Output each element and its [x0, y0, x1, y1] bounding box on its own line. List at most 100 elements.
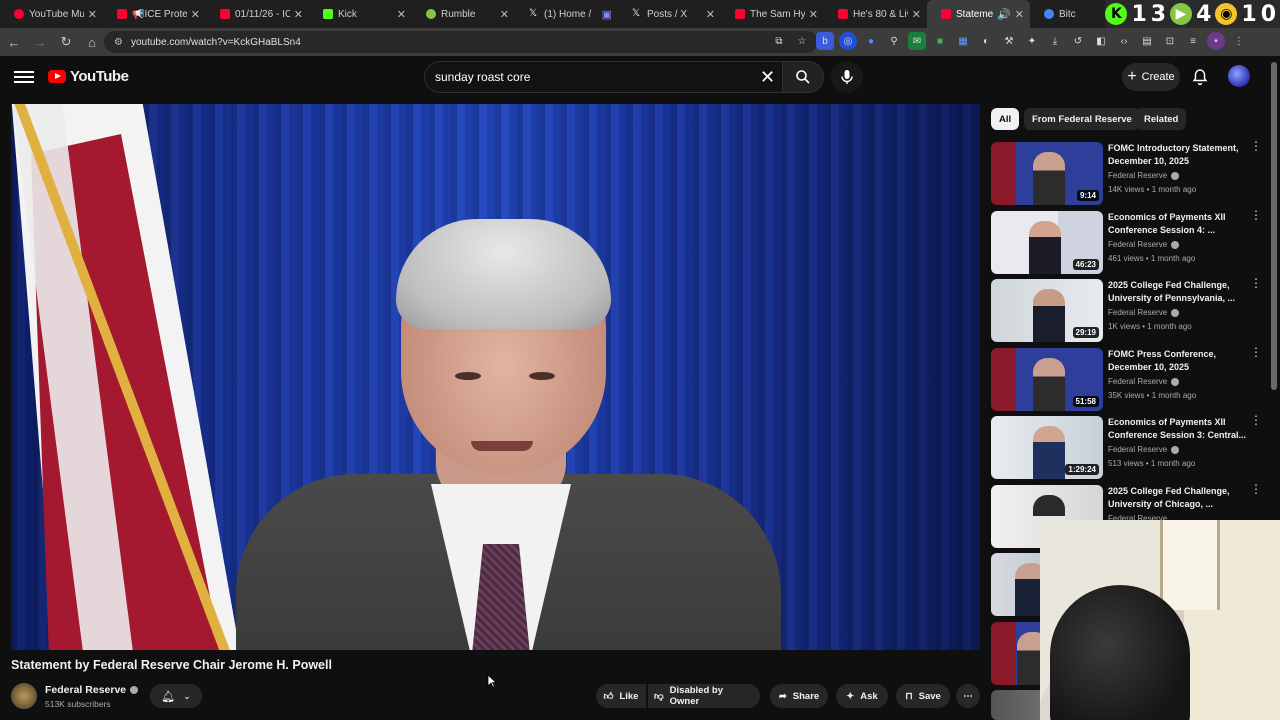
- more-vertical-icon[interactable]: ⋮: [1250, 414, 1262, 426]
- browser-tab[interactable]: Rumble ✕: [412, 0, 515, 28]
- more-actions-button[interactable]: ⋯: [956, 684, 980, 708]
- menu-icon[interactable]: ⋮: [1230, 32, 1248, 50]
- recommended-channel[interactable]: Federal Reserve: [1108, 171, 1167, 180]
- history-icon[interactable]: ↺: [1069, 32, 1087, 50]
- close-tab-icon[interactable]: ✕: [1015, 8, 1024, 21]
- more-vertical-icon[interactable]: ⋮: [1250, 140, 1262, 152]
- browser-tab[interactable]: 𝕏 (1) Home / ▣: [515, 0, 618, 28]
- address-bar[interactable]: ⚙ youtube.com/watch?v=KckGHaBLSn4: [104, 31, 818, 53]
- channel-name-row[interactable]: Federal Reserve: [45, 684, 139, 696]
- notifications-bell-icon[interactable]: [1192, 68, 1208, 86]
- account-avatar[interactable]: [1228, 65, 1250, 87]
- video-thumbnail[interactable]: 29:19: [991, 279, 1103, 342]
- recommended-title[interactable]: 2025 College Fed Challenge, University o…: [1108, 279, 1248, 305]
- extension-icon[interactable]: ●: [862, 32, 880, 50]
- recommended-title[interactable]: 2025 College Fed Challenge, University o…: [1108, 485, 1248, 511]
- download-icon[interactable]: ⤓: [1046, 32, 1064, 50]
- extension-icon[interactable]: ◐: [977, 32, 995, 50]
- close-tab-icon[interactable]: ✕: [809, 8, 818, 21]
- video-thumbnail[interactable]: 1:29:24: [991, 416, 1103, 479]
- recommended-video[interactable]: 29:19 2025 College Fed Challenge, Univer…: [991, 277, 1262, 343]
- close-tab-icon[interactable]: ✕: [397, 8, 406, 21]
- search-input[interactable]: sunday roast core: [424, 61, 784, 93]
- bookmark-star-icon[interactable]: ☆: [793, 32, 811, 50]
- browser-tab[interactable]: Bitc: [1030, 0, 1090, 28]
- browser-tab[interactable]: He's 80 & Live✕: [824, 0, 927, 28]
- video-player[interactable]: [11, 104, 980, 650]
- recommended-title[interactable]: Economics of Payments XII Conference Ses…: [1108, 416, 1248, 442]
- puzzle-icon[interactable]: ✦: [1023, 32, 1041, 50]
- extension-icon[interactable]: ✉: [908, 32, 926, 50]
- recommended-video[interactable]: 46:23 Economics of Payments XII Conferen…: [991, 209, 1262, 275]
- recommended-video[interactable]: 51:58 FOMC Press Conference, December 10…: [991, 346, 1262, 412]
- browser-tab-active[interactable]: Statement🔊✕: [927, 0, 1030, 28]
- recommended-channel[interactable]: Federal Reserve: [1108, 240, 1167, 249]
- more-vertical-icon[interactable]: ⋮: [1250, 346, 1262, 358]
- devtools-icon[interactable]: ‹›: [1115, 32, 1133, 50]
- save-button[interactable]: ⊓ Save: [896, 684, 950, 708]
- browser-tab[interactable]: Kick ✕: [309, 0, 412, 28]
- camera-icon[interactable]: ◧: [1092, 32, 1110, 50]
- extension-icon[interactable]: ⚲: [885, 32, 903, 50]
- browser-tab[interactable]: The Sam Hyde✕: [721, 0, 824, 28]
- home-icon[interactable]: ⌂: [80, 30, 104, 54]
- close-tab-icon[interactable]: ✕: [191, 8, 200, 21]
- recommended-title[interactable]: Economics of Payments XII Conference Ses…: [1108, 211, 1248, 237]
- channel-avatar[interactable]: [11, 683, 37, 709]
- hamburger-menu-icon[interactable]: [14, 68, 34, 86]
- profile-icon[interactable]: •: [1207, 32, 1225, 50]
- recommended-channel[interactable]: Federal Reserve: [1108, 445, 1167, 454]
- subscription-bell-button[interactable]: 🔔︎ ⌄: [150, 684, 202, 708]
- reload-icon[interactable]: ↻: [54, 30, 78, 54]
- more-vertical-icon[interactable]: ⋮: [1250, 209, 1262, 221]
- sidepanel-icon[interactable]: ▤: [1138, 32, 1156, 50]
- video-thumbnail[interactable]: 9:14: [991, 142, 1103, 205]
- browser-tab[interactable]: YouTube Music✕: [0, 0, 103, 28]
- clear-search-icon[interactable]: ✕: [760, 68, 775, 86]
- chip-from-federal-reserve[interactable]: From Federal Reserve: [1024, 108, 1140, 130]
- create-button[interactable]: + Create: [1122, 63, 1180, 91]
- channel-name[interactable]: Federal Reserve: [45, 684, 126, 696]
- search-button[interactable]: [782, 61, 824, 93]
- video-thumbnail[interactable]: 46:23: [991, 211, 1103, 274]
- close-tab-icon[interactable]: ✕: [500, 8, 509, 21]
- recommended-video[interactable]: 1:29:24 Economics of Payments XII Confer…: [991, 414, 1262, 480]
- close-tab-icon[interactable]: ▣: [602, 8, 612, 21]
- close-tab-icon[interactable]: ✕: [88, 8, 97, 21]
- extension-icon[interactable]: b: [816, 32, 834, 50]
- more-vertical-icon[interactable]: ⋮: [1250, 277, 1262, 289]
- browser-tab[interactable]: 01/11/26 - ICE✕: [206, 0, 309, 28]
- youtube-logo[interactable]: YouTube: [48, 68, 129, 85]
- close-tab-icon[interactable]: ✕: [706, 8, 715, 21]
- cast-icon[interactable]: ⧉: [770, 32, 788, 50]
- like-button[interactable]: 👍︎ Like: [596, 684, 646, 708]
- extension-icon[interactable]: ■: [931, 32, 949, 50]
- extension-icon[interactable]: ⚒: [1000, 32, 1018, 50]
- audio-icon[interactable]: 🔊: [997, 8, 1011, 21]
- share-button[interactable]: ➦ Share: [770, 684, 828, 708]
- close-tab-icon[interactable]: ✕: [294, 8, 303, 21]
- recommended-video[interactable]: 9:14 FOMC Introductory Statement, Decemb…: [991, 140, 1262, 206]
- recommended-channel[interactable]: Federal Reserve: [1108, 308, 1167, 317]
- playlist-icon[interactable]: ≡: [1184, 32, 1202, 50]
- chip-all[interactable]: All: [991, 108, 1020, 130]
- back-icon[interactable]: ←: [2, 30, 26, 54]
- dislike-button[interactable]: 👎︎ Disabled by Owner: [648, 684, 760, 708]
- voice-search-button[interactable]: [831, 61, 863, 93]
- screenshot-icon[interactable]: ⊡: [1161, 32, 1179, 50]
- extension-icon[interactable]: ◎: [839, 32, 857, 50]
- ask-button[interactable]: ✦ Ask: [836, 684, 888, 708]
- video-thumbnail[interactable]: 51:58: [991, 348, 1103, 411]
- recommended-title[interactable]: FOMC Press Conference, December 10, 2025: [1108, 348, 1248, 374]
- recommended-title[interactable]: FOMC Introductory Statement, December 10…: [1108, 142, 1248, 168]
- recommended-channel[interactable]: Federal Reserve: [1108, 377, 1167, 386]
- site-info-icon[interactable]: ⚙: [114, 37, 123, 48]
- page-scrollbar[interactable]: [1271, 62, 1277, 390]
- forward-icon[interactable]: →: [28, 30, 52, 54]
- browser-tab[interactable]: 📢ICE Protest✕: [103, 0, 206, 28]
- close-tab-icon[interactable]: ✕: [912, 8, 921, 21]
- more-vertical-icon[interactable]: ⋮: [1250, 483, 1262, 495]
- chip-related[interactable]: Related: [1136, 108, 1187, 130]
- browser-tab[interactable]: 𝕏 Posts / X ✕: [618, 0, 721, 28]
- extension-icon[interactable]: ▦: [954, 32, 972, 50]
